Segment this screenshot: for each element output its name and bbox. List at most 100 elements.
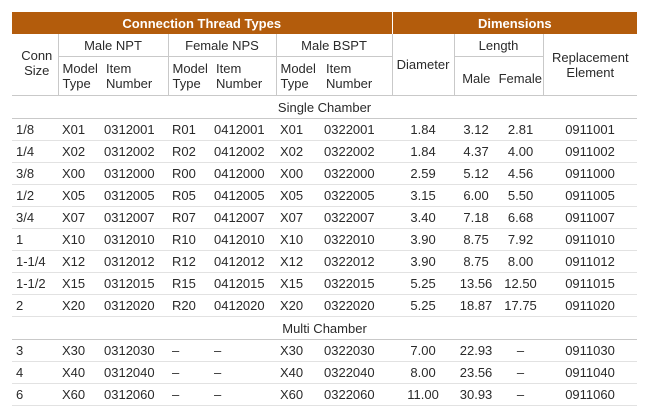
table-row: 4 X40 0312040– – X40 0322040 8.00 23.56–0911040	[12, 361, 638, 384]
replacement-element-header: Replacement Element	[542, 34, 638, 96]
table-cell: X05	[276, 184, 322, 207]
table-row: 3/8 X00 0312000 R00 0412000 X00 0322000 2.59 5.1…	[12, 162, 638, 185]
table-cell: –	[498, 339, 544, 362]
table-cell: X10	[58, 228, 102, 251]
male-npt-header: Male NPT	[57, 34, 168, 57]
conn-size-label: Conn Size	[21, 47, 53, 78]
bspt-model-type-header: Model Type	[275, 56, 322, 96]
table-cell: 3.90	[392, 250, 455, 273]
table-cell: 0312015	[102, 272, 168, 295]
table-cell: 13.56	[454, 272, 499, 295]
table-cell: –	[498, 383, 544, 406]
table-cell: X07	[58, 206, 102, 229]
table-cell: 0911001	[543, 118, 638, 141]
table-cell: 4.37	[454, 140, 499, 163]
table-cell: X40	[58, 361, 102, 384]
table-cell: 0312060	[102, 383, 168, 406]
table-cell: 0412007	[212, 206, 276, 229]
table-cell: 1.84	[392, 118, 455, 141]
table-cell: R07	[168, 206, 212, 229]
table-cell: 0911030	[543, 339, 638, 362]
table-cell: X15	[58, 272, 102, 295]
length-header: Length	[453, 34, 544, 57]
table-cell: 1/4	[12, 140, 58, 163]
table-cell: X01	[58, 118, 102, 141]
table-cell: –	[168, 361, 212, 384]
table-cell: 0322010	[322, 228, 393, 251]
table-cell: 2.59	[392, 162, 455, 185]
replacement-element-label: Replacement Element	[551, 49, 629, 80]
table-cell: 5.12	[454, 162, 499, 185]
table-row: 1/2 X05 0312005 R05 0412005 X05 0322005 3.15 6.0…	[12, 184, 638, 207]
table-cell: X60	[276, 383, 322, 406]
table-cell: X60	[58, 383, 102, 406]
table-cell: 3/8	[12, 162, 58, 185]
table-cell: 3.40	[392, 206, 455, 229]
table-cell: 0412001	[212, 118, 276, 141]
table-cell: R01	[168, 118, 212, 141]
table-cell: 0911015	[543, 272, 638, 295]
table-cell: X05	[58, 184, 102, 207]
table-cell: 0312020	[102, 294, 168, 317]
table-cell: 7.18	[454, 206, 499, 229]
table-cell: 4.00	[498, 140, 544, 163]
table-cell: 11.00	[392, 383, 455, 406]
table-cell: –	[168, 339, 212, 362]
table-cell: 0322012	[322, 250, 393, 273]
table-cell: 1	[12, 228, 58, 251]
table-cell: 0412020	[212, 294, 276, 317]
table-cell: 5.25	[392, 272, 455, 295]
table-cell: 0412005	[212, 184, 276, 207]
table-cell: 18.87	[454, 294, 499, 317]
table-cell: 8.00	[392, 361, 455, 384]
length-female-header: Female	[498, 56, 544, 96]
table-cell: 0312005	[102, 184, 168, 207]
table-cell: X00	[276, 162, 322, 185]
table-row: 6 X60 0312060– – X60 0322060 11.00 30.93–091106…	[12, 383, 638, 406]
table-cell: X01	[276, 118, 322, 141]
nps-model-type-header: Model Type	[167, 56, 212, 96]
table-cell: 1/2	[12, 184, 58, 207]
table-cell: 0322007	[322, 206, 393, 229]
length-male-header: Male	[453, 56, 499, 96]
table-cell: 1.84	[392, 140, 455, 163]
table-cell: X10	[276, 228, 322, 251]
table-cell: X12	[276, 250, 322, 273]
table-cell: 1-1/4	[12, 250, 58, 273]
table-cell: X02	[58, 140, 102, 163]
table-row: 1-1/2 X15 0312015 R15 0412015 X15 0322015 5.25 1…	[12, 272, 638, 295]
table-cell: R02	[168, 140, 212, 163]
table-cell: 30.93	[454, 383, 499, 406]
table-cell: X20	[276, 294, 322, 317]
table-body: Single Chamber 1/8 X01 0312001 R01 0412001 X01…	[12, 95, 638, 406]
table-cell: X20	[58, 294, 102, 317]
table-cell: 0322005	[322, 184, 393, 207]
table-cell: 3/4	[12, 206, 58, 229]
table-cell: 0322001	[322, 118, 393, 141]
group-dimensions: Dimensions	[391, 12, 638, 34]
table-cell: 2.81	[498, 118, 544, 141]
table-row: 3/4 X07 0312007 R07 0412007 X07 0322007 3.40 7.1…	[12, 206, 638, 229]
table-cell: 3	[12, 339, 58, 362]
table-cell: 3.12	[454, 118, 499, 141]
table-cell: 4.56	[498, 162, 544, 185]
table-cell: 23.56	[454, 361, 499, 384]
table-row: 1-1/4 X12 0312012 R12 0412012 X12 0322012 3.90 8…	[12, 250, 638, 273]
table-cell: 8.75	[454, 250, 499, 273]
table-cell: 7.92	[498, 228, 544, 251]
table-cell: 0312010	[102, 228, 168, 251]
table-cell: –	[168, 383, 212, 406]
table-cell: 0911007	[543, 206, 638, 229]
table-cell: 5.25	[392, 294, 455, 317]
table-row: 2 X20 0312020 R20 0412020 X20 0322020 5.25 18.87…	[12, 294, 638, 317]
table-cell: 0911000	[543, 162, 638, 185]
table-cell: –	[498, 361, 544, 384]
table-cell: 0911002	[543, 140, 638, 163]
table-cell: X30	[58, 339, 102, 362]
conn-size-header: Conn Size	[12, 34, 58, 96]
table-cell: 0412012	[212, 250, 276, 273]
table-cell: R05	[168, 184, 212, 207]
female-nps-header: Female NPS	[167, 34, 276, 57]
table-cell: R12	[168, 250, 212, 273]
table-cell: 6.68	[498, 206, 544, 229]
